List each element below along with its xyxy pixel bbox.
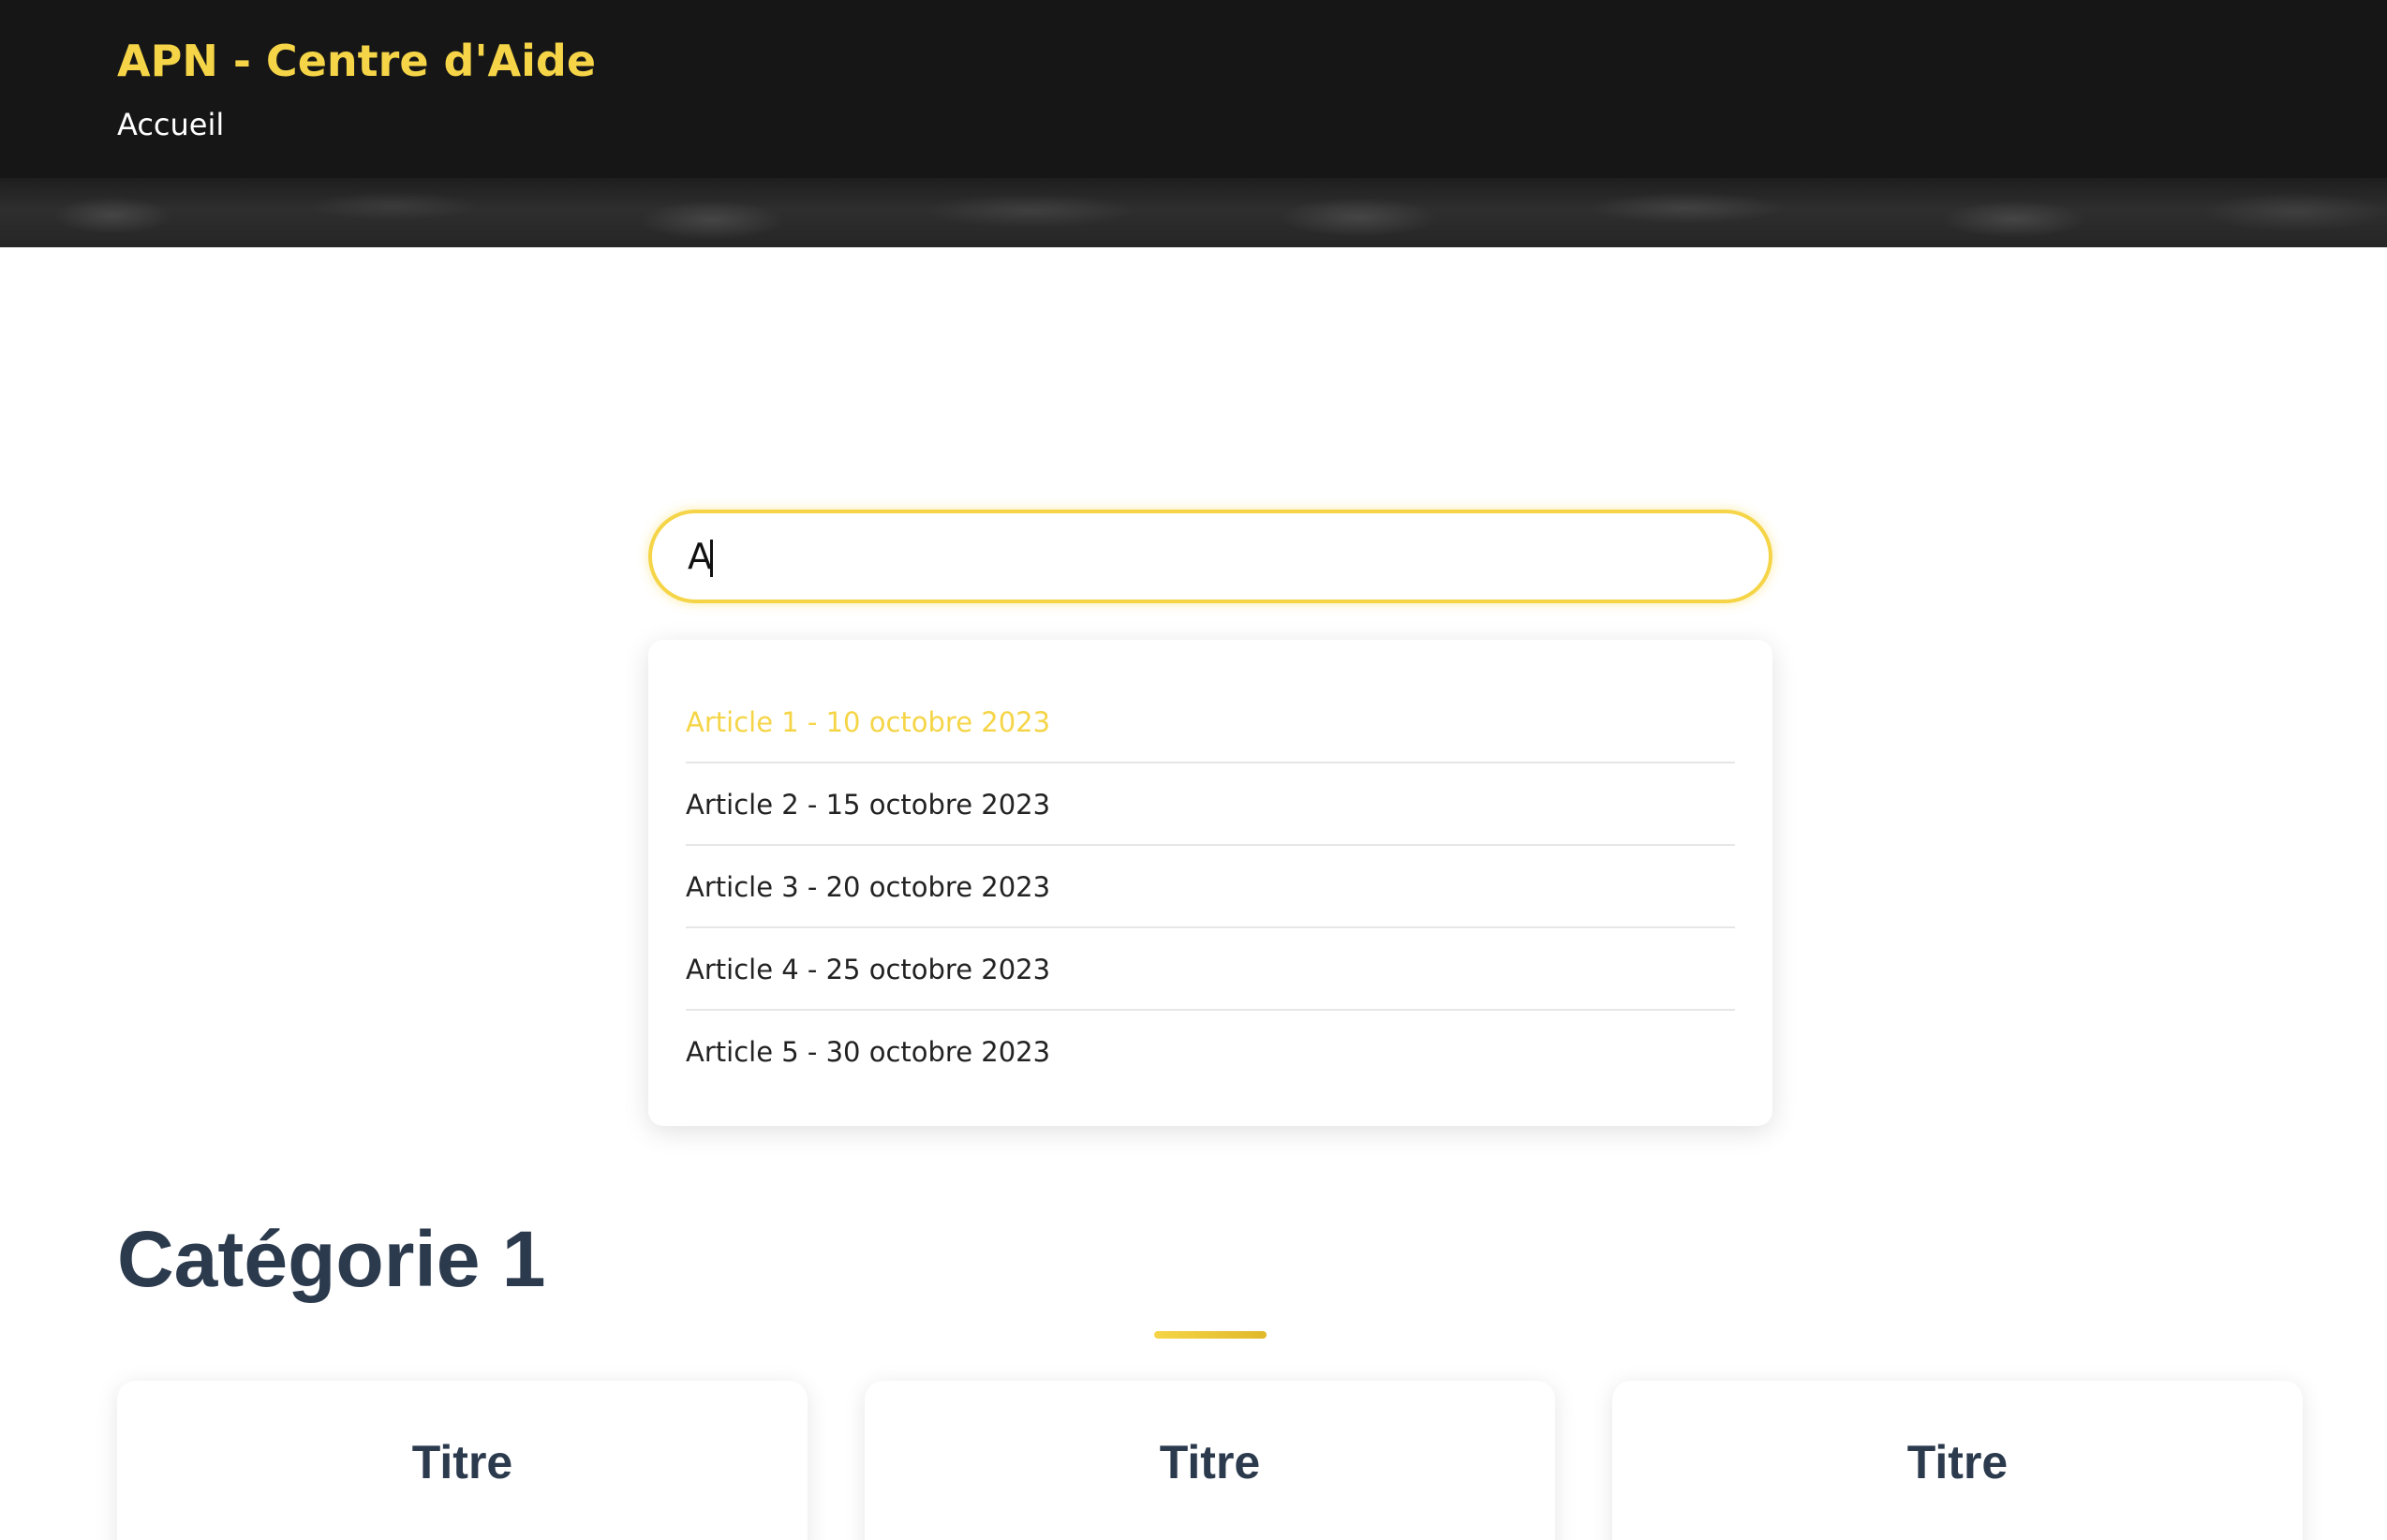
search-suggestions-dropdown: Article 1 - 10 octobre 2023 Article 2 - … xyxy=(648,640,1772,1126)
nav-link-home[interactable]: Accueil xyxy=(117,107,224,142)
category-underline-divider xyxy=(1154,1331,1267,1339)
site-header: APN - Centre d'Aide Accueil xyxy=(0,0,2387,247)
search-suggestions-list: Article 1 - 10 octobre 2023 Article 2 - … xyxy=(686,681,1735,1093)
search-suggestion-item[interactable]: Article 3 - 20 octobre 2023 xyxy=(686,846,1735,928)
header-texture-band xyxy=(0,178,2387,247)
search-suggestion-item[interactable]: Article 1 - 10 octobre 2023 xyxy=(686,681,1735,763)
article-card[interactable]: Titre xyxy=(117,1381,808,1540)
search-suggestion-item[interactable]: Article 4 - 25 octobre 2023 xyxy=(686,928,1735,1011)
search-input[interactable] xyxy=(688,513,1718,600)
card-title: Titre xyxy=(1159,1436,1261,1488)
page: APN - Centre d'Aide Accueil Article 1 - … xyxy=(0,0,2387,1540)
site-title[interactable]: APN - Centre d'Aide xyxy=(117,36,596,86)
category-title: Catégorie 1 xyxy=(117,1215,546,1303)
search-suggestion-item[interactable]: Article 5 - 30 octobre 2023 xyxy=(686,1011,1735,1093)
article-card[interactable]: Titre xyxy=(865,1381,1555,1540)
article-card[interactable]: Titre xyxy=(1612,1381,2303,1540)
search-box[interactable] xyxy=(648,510,1772,603)
card-title: Titre xyxy=(411,1436,513,1488)
text-caret xyxy=(710,540,713,577)
card-title: Titre xyxy=(1906,1436,2009,1488)
search-suggestion-item[interactable]: Article 2 - 15 octobre 2023 xyxy=(686,763,1735,846)
